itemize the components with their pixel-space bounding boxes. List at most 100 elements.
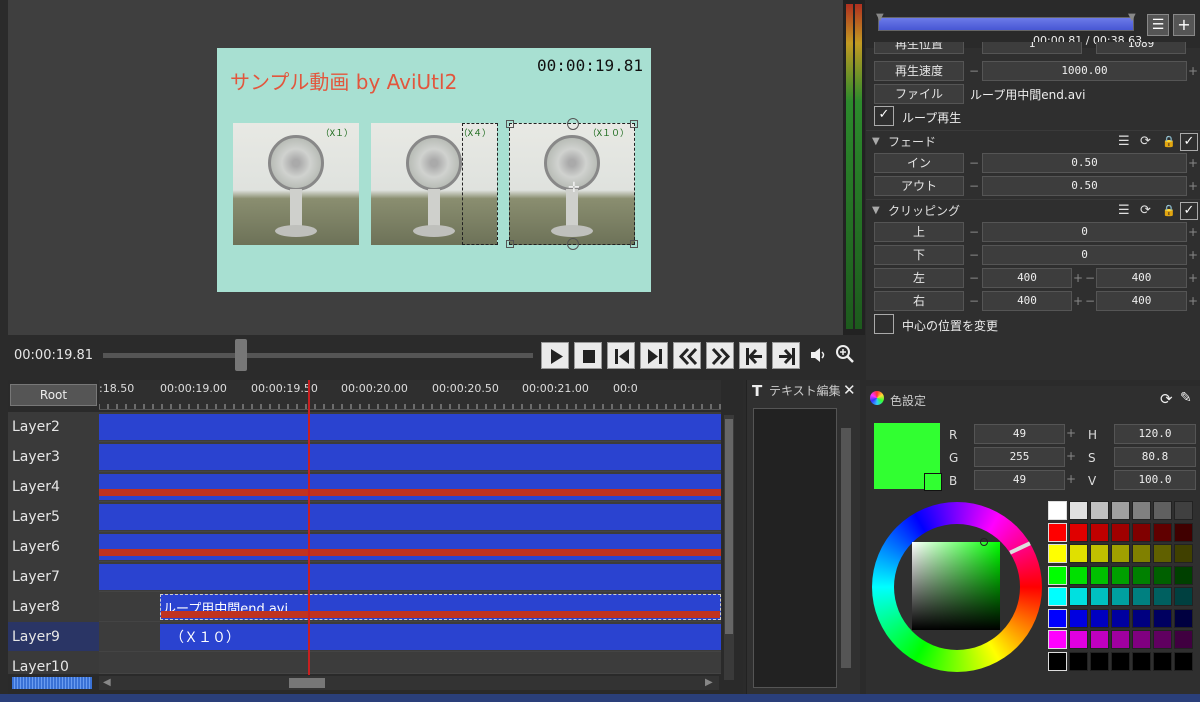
playback-progress-track[interactable] — [878, 17, 1134, 31]
prop-value[interactable]: 0 — [982, 222, 1187, 242]
decrement-icon[interactable]: − — [968, 222, 980, 242]
layer-label[interactable]: Layer5 — [8, 502, 99, 532]
go-start-button[interactable] — [739, 342, 767, 369]
timeline-vertical-scrollbar[interactable] — [724, 415, 734, 680]
palette-color-cell[interactable] — [1090, 565, 1109, 585]
palette-color-cell[interactable] — [1174, 651, 1193, 671]
rewind-button[interactable] — [673, 342, 701, 369]
selection-box[interactable] — [462, 123, 498, 245]
decrement-icon[interactable]: − — [968, 245, 980, 265]
r-value[interactable]: 49 — [974, 424, 1065, 444]
prop-value[interactable]: 1089 — [1096, 42, 1186, 54]
anchor-crosshair-icon[interactable]: ✛ — [568, 180, 580, 196]
collapse-icon[interactable]: ▼ — [872, 200, 880, 222]
zoom-icon[interactable] — [834, 343, 856, 365]
root-button[interactable]: Root — [10, 384, 97, 406]
resize-handle[interactable] — [630, 120, 638, 128]
palette-color-cell[interactable] — [1153, 630, 1172, 649]
palette-color-cell[interactable] — [1132, 630, 1151, 649]
palette-color-cell[interactable] — [1069, 587, 1088, 606]
v-value[interactable]: 100.0 — [1114, 470, 1196, 490]
layer-track[interactable] — [99, 472, 721, 502]
prop-value[interactable]: 1000.00 — [982, 61, 1187, 81]
go-end-button[interactable] — [772, 342, 800, 369]
palette-color-cell[interactable] — [1132, 501, 1151, 520]
hue-marker[interactable] — [1009, 541, 1031, 555]
palette-color-cell[interactable] — [1153, 544, 1172, 563]
saturation-value-square[interactable] — [912, 542, 1000, 630]
decrement-icon[interactable]: − — [1084, 291, 1096, 311]
refresh-icon[interactable]: ⟳ — [1140, 131, 1151, 153]
palette-color-cell[interactable] — [1111, 630, 1130, 649]
palette-color-cell[interactable] — [1111, 651, 1130, 671]
decrement-icon[interactable]: − — [968, 153, 980, 173]
layer-label[interactable]: Layer7 — [8, 562, 99, 592]
play-button[interactable] — [541, 342, 569, 369]
increment-icon[interactable]: + — [1187, 61, 1199, 81]
palette-color-cell[interactable] — [1174, 544, 1193, 563]
reset-icon[interactable]: ⟳ — [1160, 390, 1173, 408]
timeline-clip[interactable] — [99, 474, 721, 500]
palette-color-cell[interactable] — [1090, 522, 1109, 542]
layer-track[interactable] — [99, 532, 721, 562]
timeline-horizontal-scrollbar[interactable]: ◀ ▶ — [99, 676, 719, 690]
prop-value[interactable]: 400 — [1096, 268, 1187, 288]
lock-icon[interactable]: 🔒 — [1162, 200, 1176, 222]
clipping-enable-checkbox[interactable]: ✓ — [1180, 202, 1198, 220]
fast-forward-button[interactable] — [706, 342, 734, 369]
sv-picker-marker[interactable] — [980, 538, 988, 546]
prop-label[interactable]: 左 — [874, 268, 964, 288]
video-canvas[interactable]: サンプル動画 by AviUtl2 00:00:19.81 （X１） （X４） … — [217, 48, 651, 292]
stop-button[interactable] — [574, 342, 602, 369]
eyedropper-icon[interactable]: ✎ — [1180, 390, 1192, 406]
increment-icon[interactable]: + — [1072, 268, 1084, 288]
increment-icon[interactable]: + — [1187, 222, 1199, 242]
scroll-left-icon[interactable]: ◀ — [103, 677, 111, 688]
palette-color-cell[interactable] — [1132, 565, 1151, 585]
prop-label[interactable]: 再生速度 — [874, 61, 964, 81]
decrement-icon[interactable]: − — [968, 176, 980, 196]
center-checkbox[interactable] — [874, 314, 894, 334]
prop-label[interactable]: 右 — [874, 291, 964, 311]
layer-track[interactable] — [99, 502, 721, 532]
palette-color-cell[interactable] — [1090, 544, 1109, 563]
increment-icon[interactable]: + — [1187, 291, 1199, 311]
prop-value[interactable]: 400 — [1096, 291, 1187, 311]
prop-value[interactable]: 0 — [982, 245, 1187, 265]
palette-color-cell[interactable] — [1090, 501, 1109, 520]
prop-value[interactable]: 400 — [982, 291, 1072, 311]
seek-bar[interactable] — [103, 353, 533, 358]
timeline-clip[interactable] — [99, 504, 721, 530]
palette-color-cell[interactable] — [1048, 630, 1067, 649]
scroll-thumb[interactable] — [725, 419, 733, 634]
palette-color-cell[interactable] — [1153, 522, 1172, 542]
prev-frame-button[interactable] — [607, 342, 635, 369]
palette-color-cell[interactable] — [1132, 587, 1151, 606]
layer-track[interactable] — [99, 562, 721, 592]
resize-handle[interactable] — [506, 240, 514, 248]
palette-color-cell[interactable] — [1111, 522, 1130, 542]
rotate-handle[interactable] — [567, 238, 579, 250]
layer-track[interactable] — [99, 412, 721, 442]
palette-color-cell[interactable] — [1069, 608, 1088, 628]
palette-color-cell[interactable] — [1153, 565, 1172, 585]
palette-color-cell[interactable] — [1090, 587, 1109, 606]
decrement-icon[interactable]: − — [968, 268, 980, 288]
timeline-clip[interactable] — [99, 534, 721, 560]
layer-track[interactable]: （Ｘ１０） — [99, 622, 721, 652]
palette-color-cell[interactable] — [1048, 608, 1067, 628]
palette-color-cell[interactable] — [1153, 587, 1172, 606]
increment-icon[interactable]: + — [1187, 268, 1199, 288]
time-ruler[interactable]: :18.50 00:00:19.00 00:00:19.50 00:00:20.… — [99, 380, 721, 410]
collapse-icon[interactable]: ▼ — [872, 131, 880, 153]
layer-track[interactable] — [99, 652, 721, 674]
prop-value[interactable]: 1 — [982, 42, 1082, 54]
resize-handle[interactable] — [630, 240, 638, 248]
hue-ring[interactable] — [872, 502, 1042, 672]
palette-color-cell[interactable] — [1090, 630, 1109, 649]
palette-color-cell[interactable] — [1132, 651, 1151, 671]
layer-label[interactable]: Layer9 — [8, 622, 99, 652]
palette-color-cell[interactable] — [1069, 630, 1088, 649]
fade-enable-checkbox[interactable]: ✓ — [1180, 133, 1198, 151]
text-edit-area[interactable] — [753, 408, 837, 688]
